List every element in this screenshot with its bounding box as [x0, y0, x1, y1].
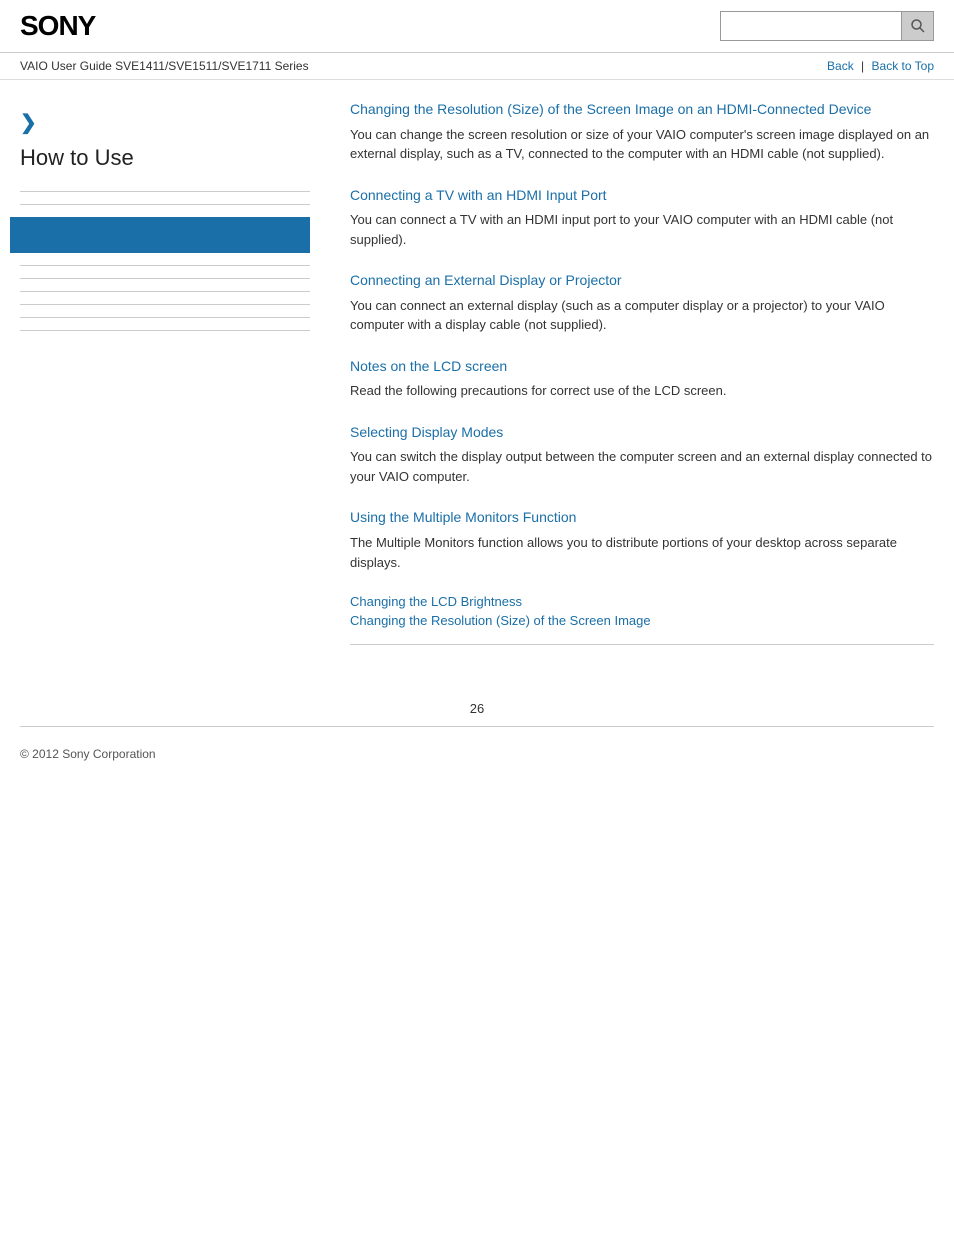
- link-lcd-brightness[interactable]: Changing the LCD Brightness: [350, 594, 934, 609]
- desc-display-modes: You can switch the display output betwee…: [350, 447, 934, 486]
- link-lcd-notes[interactable]: Notes on the LCD screen: [350, 358, 507, 374]
- bottom-links: Changing the LCD Brightness Changing the…: [350, 594, 934, 628]
- sidebar-arrow: ❯: [20, 110, 310, 135]
- link-screen-resolution[interactable]: Changing the Resolution (Size) of the Sc…: [350, 613, 934, 628]
- sidebar: ❯ How to Use: [20, 100, 330, 661]
- search-button[interactable]: [901, 12, 933, 40]
- page-number: 26: [0, 681, 954, 726]
- nav-bar: VAIO User Guide SVE1411/SVE1511/SVE1711 …: [0, 53, 954, 80]
- section-external-display: Connecting an External Display or Projec…: [350, 271, 934, 335]
- nav-links: Back | Back to Top: [827, 59, 934, 73]
- link-external-display[interactable]: Connecting an External Display or Projec…: [350, 272, 622, 288]
- sidebar-divider-8: [20, 330, 310, 331]
- desc-external-display: You can connect an external display (suc…: [350, 296, 934, 335]
- sidebar-divider-1: [20, 191, 310, 192]
- sidebar-divider-5: [20, 291, 310, 292]
- sidebar-active-item[interactable]: [10, 217, 310, 253]
- content-area: Changing the Resolution (Size) of the Sc…: [330, 100, 934, 661]
- copyright-text: © 2012 Sony Corporation: [20, 747, 156, 761]
- footer: © 2012 Sony Corporation: [0, 727, 954, 781]
- section-hdmi-resolution: Changing the Resolution (Size) of the Sc…: [350, 100, 934, 164]
- desc-lcd-notes: Read the following precautions for corre…: [350, 381, 934, 401]
- back-link[interactable]: Back: [827, 59, 854, 73]
- desc-hdmi-resolution: You can change the screen resolution or …: [350, 125, 934, 164]
- content-bottom-divider: [350, 644, 934, 645]
- sidebar-divider-6: [20, 304, 310, 305]
- section-tv-hdmi: Connecting a TV with an HDMI Input Port …: [350, 186, 934, 250]
- section-multiple-monitors: Using the Multiple Monitors Function The…: [350, 508, 934, 572]
- link-tv-hdmi[interactable]: Connecting a TV with an HDMI Input Port: [350, 187, 607, 203]
- sidebar-title: How to Use: [20, 145, 310, 171]
- desc-multiple-monitors: The Multiple Monitors function allows yo…: [350, 533, 934, 572]
- search-input[interactable]: [721, 12, 901, 40]
- header: SONY: [0, 0, 954, 53]
- desc-tv-hdmi: You can connect a TV with an HDMI input …: [350, 210, 934, 249]
- section-lcd-notes: Notes on the LCD screen Read the followi…: [350, 357, 934, 401]
- sidebar-divider-7: [20, 317, 310, 318]
- sidebar-divider-4: [20, 278, 310, 279]
- back-to-top-link[interactable]: Back to Top: [872, 59, 934, 73]
- link-multiple-monitors[interactable]: Using the Multiple Monitors Function: [350, 509, 576, 525]
- search-box: [720, 11, 934, 41]
- guide-title: VAIO User Guide SVE1411/SVE1511/SVE1711 …: [20, 59, 309, 73]
- link-hdmi-resolution[interactable]: Changing the Resolution (Size) of the Sc…: [350, 101, 871, 117]
- main-content: ❯ How to Use Changing the Resolution (Si…: [0, 80, 954, 681]
- nav-separator: |: [861, 59, 864, 73]
- search-icon: [910, 18, 926, 34]
- link-display-modes[interactable]: Selecting Display Modes: [350, 424, 503, 440]
- sidebar-divider-2: [20, 204, 310, 205]
- sidebar-divider-3: [20, 265, 310, 266]
- sony-logo: SONY: [20, 10, 95, 42]
- section-display-modes: Selecting Display Modes You can switch t…: [350, 423, 934, 487]
